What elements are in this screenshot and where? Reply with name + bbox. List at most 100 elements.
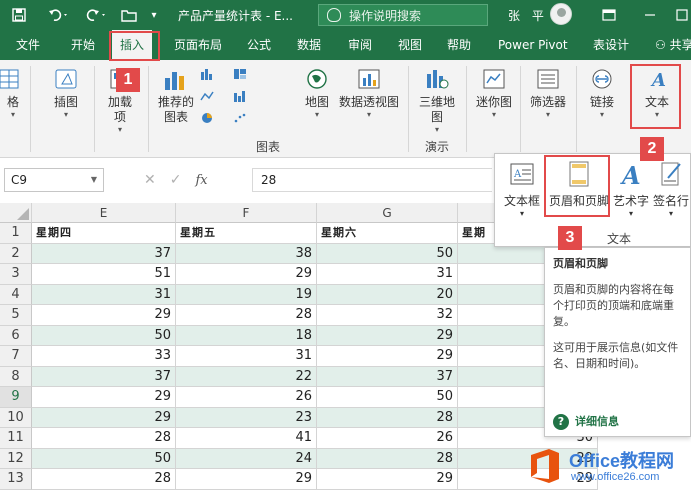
table-cell[interactable]: 18 xyxy=(176,325,317,346)
table-cell[interactable]: 29 xyxy=(32,387,176,408)
column-chart-icon[interactable] xyxy=(200,68,214,80)
textbox-button[interactable]: A 文本框 ▾ xyxy=(501,160,543,218)
pivot-chart-button[interactable]: 数据透视图 ▾ xyxy=(338,68,400,120)
table-cell[interactable]: 50 xyxy=(32,448,176,469)
row-header[interactable]: 1 xyxy=(0,223,32,244)
row-header[interactable]: 2 xyxy=(0,243,32,264)
row-header[interactable]: 5 xyxy=(0,305,32,326)
table-cell[interactable]: 28 xyxy=(32,469,176,490)
table-cell[interactable]: 29 xyxy=(32,407,176,428)
tab-table-design[interactable]: 表设计 xyxy=(593,30,629,60)
table-cell[interactable]: 23 xyxy=(176,407,317,428)
table-cell[interactable]: 50 xyxy=(317,387,458,408)
select-all-corner[interactable] xyxy=(0,203,32,223)
table-header-cell[interactable]: 星期六 xyxy=(317,223,458,244)
table-cell[interactable]: 29 xyxy=(317,325,458,346)
table-cell[interactable]: 26 xyxy=(176,387,317,408)
table-cell[interactable]: 22 xyxy=(176,366,317,387)
filters-button[interactable]: 筛选器 ▾ xyxy=(526,68,570,120)
table-cell[interactable]: 41 xyxy=(176,428,317,449)
table-header-cell[interactable]: 星期五 xyxy=(176,223,317,244)
table-cell[interactable]: 50 xyxy=(32,325,176,346)
table-header-cell[interactable]: 星期四 xyxy=(32,223,176,244)
table-cell[interactable]: 51 xyxy=(32,264,176,285)
table-cell[interactable]: 19 xyxy=(176,284,317,305)
pie-chart-icon[interactable] xyxy=(200,112,214,124)
row-header[interactable]: 10 xyxy=(0,407,32,428)
table-cell[interactable]: 20 xyxy=(317,284,458,305)
tab-data[interactable]: 数据 xyxy=(297,30,321,60)
table-cell[interactable]: 37 xyxy=(32,243,176,264)
table-cell[interactable]: 29 xyxy=(32,305,176,326)
column-header-f[interactable]: F xyxy=(176,203,317,223)
row-header[interactable]: 6 xyxy=(0,325,32,346)
tell-me-search[interactable]: 操作说明搜索 xyxy=(318,4,488,26)
table-cell[interactable]: 24 xyxy=(176,448,317,469)
scatter-chart-icon[interactable] xyxy=(233,112,247,124)
table-cell[interactable]: 29 xyxy=(317,469,458,490)
table-cell[interactable]: 28 xyxy=(32,428,176,449)
table-cell[interactable]: 50 xyxy=(317,243,458,264)
illustrations-button[interactable]: 插图 ▾ xyxy=(46,68,86,120)
share-button[interactable]: ⚇ 共享 xyxy=(655,30,691,60)
redo-icon[interactable] xyxy=(82,0,112,30)
row-header[interactable]: 4 xyxy=(0,284,32,305)
table-cell[interactable]: 26 xyxy=(317,428,458,449)
column-header-e[interactable]: E xyxy=(32,203,176,223)
tab-power-pivot[interactable]: Power Pivot xyxy=(498,30,568,60)
table-button[interactable]: 格 ▾ xyxy=(0,68,24,120)
tab-help[interactable]: 帮助 xyxy=(447,30,471,60)
maximize-icon[interactable] xyxy=(672,0,691,30)
insert-function-icon[interactable]: fx xyxy=(195,173,207,188)
save-icon[interactable] xyxy=(8,0,30,30)
hierarchy-chart-icon[interactable] xyxy=(233,68,247,80)
map-button[interactable]: 地图 ▾ xyxy=(300,68,334,120)
tab-review[interactable]: 审阅 xyxy=(348,30,372,60)
minimize-icon[interactable] xyxy=(640,0,660,30)
enter-icon[interactable]: ✓ xyxy=(170,172,182,188)
statistic-chart-icon[interactable] xyxy=(233,90,247,102)
customize-toolbar-icon[interactable]: ▾ xyxy=(146,0,162,30)
table-cell[interactable]: 29 xyxy=(317,346,458,367)
name-box[interactable]: C9 ▼ xyxy=(4,168,104,192)
tab-formulas[interactable]: 公式 xyxy=(247,30,271,60)
sparklines-button[interactable]: 迷你图 ▾ xyxy=(474,68,514,120)
table-cell[interactable]: 29 xyxy=(176,469,317,490)
recommended-charts-button[interactable]: 推荐的图表 xyxy=(154,68,198,125)
tell-me-more-link[interactable]: ? 详细信息 xyxy=(553,414,619,430)
table-cell[interactable]: 28 xyxy=(317,448,458,469)
line-chart-icon[interactable] xyxy=(200,90,214,102)
tab-page-layout[interactable]: 页面布局 xyxy=(174,30,222,60)
table-cell[interactable]: 29 xyxy=(176,264,317,285)
tab-view[interactable]: 视图 xyxy=(398,30,422,60)
cancel-icon[interactable]: ✕ xyxy=(144,172,156,188)
table-cell[interactable]: 33 xyxy=(32,346,176,367)
wordart-button[interactable]: A 艺术字 ▾ xyxy=(613,160,649,218)
table-cell[interactable]: 28 xyxy=(317,407,458,428)
undo-icon[interactable] xyxy=(44,0,74,30)
table-cell[interactable]: 38 xyxy=(176,243,317,264)
3d-map-button[interactable]: 三维地图 ▾ xyxy=(414,68,460,135)
formula-input[interactable]: 28 xyxy=(252,168,492,192)
row-header[interactable]: 13 xyxy=(0,469,32,490)
table-cell[interactable]: 37 xyxy=(32,366,176,387)
row-header[interactable]: 8 xyxy=(0,366,32,387)
link-button[interactable]: 链接 ▾ xyxy=(582,68,622,120)
table-cell[interactable]: 37 xyxy=(317,366,458,387)
avatar[interactable] xyxy=(550,3,572,25)
column-header-g[interactable]: G xyxy=(317,203,458,223)
tab-home[interactable]: 开始 xyxy=(71,30,95,60)
row-header[interactable]: 11 xyxy=(0,428,32,449)
table-cell[interactable]: 31 xyxy=(176,346,317,367)
table-cell[interactable]: 31 xyxy=(317,264,458,285)
row-header[interactable]: 12 xyxy=(0,448,32,469)
row-header[interactable]: 3 xyxy=(0,264,32,285)
table-cell[interactable]: 31 xyxy=(32,284,176,305)
table-cell[interactable]: 32 xyxy=(317,305,458,326)
row-header[interactable]: 7 xyxy=(0,346,32,367)
open-folder-icon[interactable] xyxy=(117,0,143,30)
ribbon-display-options-icon[interactable] xyxy=(598,0,620,30)
tab-file[interactable]: 文件 xyxy=(16,30,40,60)
row-header[interactable]: 9 xyxy=(0,387,32,408)
table-cell[interactable]: 28 xyxy=(176,305,317,326)
